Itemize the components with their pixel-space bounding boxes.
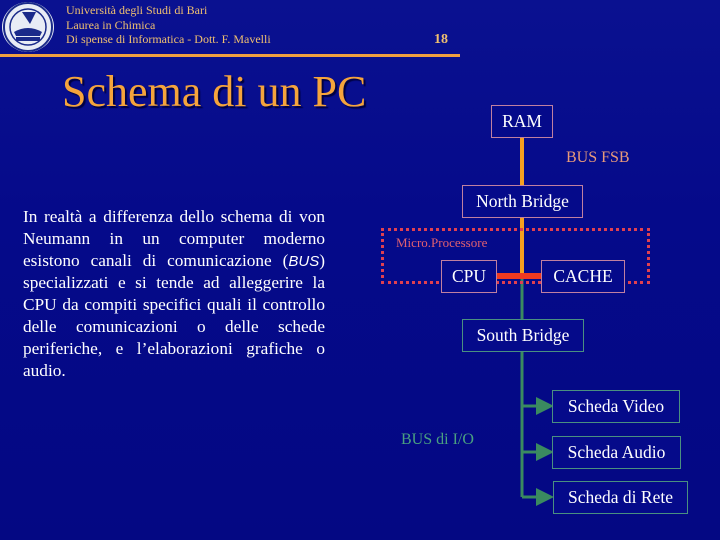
south-bridge-node: South Bridge: [462, 319, 584, 352]
network-card-node: Scheda di Rete: [553, 481, 688, 514]
ram-node: RAM: [491, 105, 553, 138]
microprocessor-label: Micro.Processore: [396, 235, 488, 250]
io-bus-label: BUS di I/O: [401, 431, 474, 448]
fsb-label: BUS FSB: [566, 149, 630, 166]
cpu-node: CPU: [441, 260, 497, 293]
audio-card-node: Scheda Audio: [552, 436, 681, 469]
video-card-node: Scheda Video: [552, 390, 680, 423]
north-bridge-node: North Bridge: [462, 185, 583, 218]
cache-node: CACHE: [541, 260, 625, 293]
